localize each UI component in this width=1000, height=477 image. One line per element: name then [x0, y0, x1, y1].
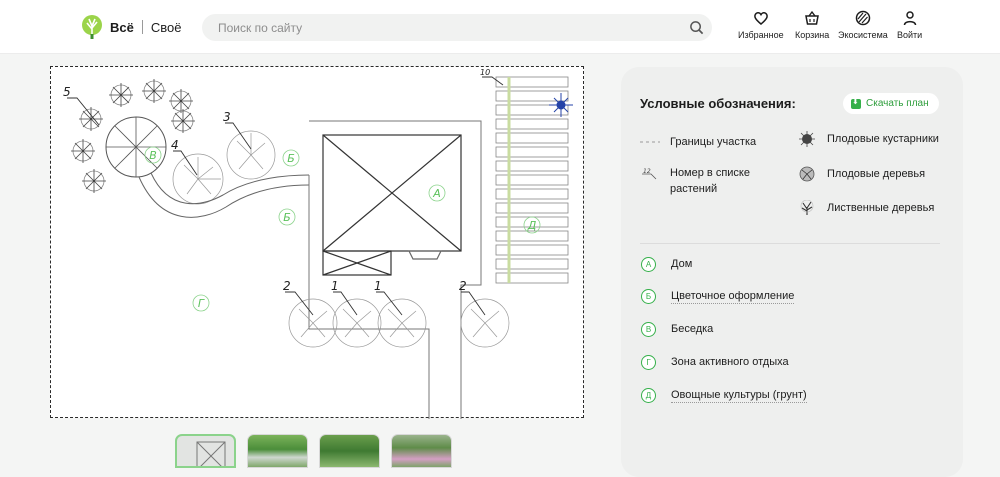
gazebo	[105, 116, 167, 178]
logo-text: Всё	[110, 19, 134, 35]
legend-symbol-boundary: Границы участка	[640, 134, 756, 150]
heart-icon	[753, 12, 768, 25]
nav-cart[interactable]: Корзина	[795, 10, 829, 40]
zone-badge: В	[641, 322, 656, 337]
conifer-group	[71, 79, 195, 193]
legend-divider	[640, 243, 940, 244]
legend-zone-item[interactable]: Д Овощные культуры (грунт)	[641, 388, 807, 403]
zone-label-a: А	[432, 187, 441, 200]
legend-symbol-fruit-shrub: Плодовые кустарники	[797, 131, 939, 147]
zone-label: Зона активного отдыха	[671, 356, 789, 368]
thumbnail-plan-icon	[196, 441, 226, 466]
basket-icon	[805, 10, 820, 25]
site-plan-drawing: 5 3 4 2 1 1 2 10 А Б Б В Г Д	[63, 68, 573, 419]
search-input[interactable]	[218, 19, 678, 36]
zone-label-link[interactable]: Цветочное оформление	[671, 290, 795, 304]
fruit-tree-icon	[799, 166, 815, 182]
zone-badge: А	[641, 257, 656, 272]
legend-zone-item[interactable]: Б Цветочное оформление	[641, 289, 795, 304]
search-bar	[202, 14, 712, 41]
zone-label-v: В	[149, 149, 157, 162]
dashed-line-icon	[640, 141, 660, 143]
thumbnail-photo-1[interactable]	[247, 434, 308, 468]
nav-ecosystem-label: Экосистема	[838, 30, 888, 40]
nav-favorites-label: Избранное	[738, 30, 784, 40]
legend-zone-item: А Дом	[641, 257, 692, 272]
zone-badge: Б	[641, 289, 656, 304]
zone-label: Дом	[671, 258, 693, 270]
plant-number: 3	[223, 110, 231, 124]
deciduous-trees	[172, 130, 276, 205]
legend-symbol-label: Лиственные деревья	[827, 202, 935, 214]
plant-number: 10	[480, 68, 490, 77]
zone-label-d: Д	[527, 219, 537, 232]
zone-badge: Д	[641, 388, 656, 403]
legend-symbol-fruit-tree: Плодовые деревья	[797, 166, 925, 182]
zone-badge: Г	[641, 355, 656, 370]
nav-login[interactable]: Войти	[897, 10, 922, 40]
legend-zone-item: Г Зона активного отдыха	[641, 355, 789, 370]
zone-label-b: Б	[287, 152, 295, 165]
site-plan: 5 3 4 2 1 1 2 10 А Б Б В Г Д	[50, 66, 584, 419]
download-plan-label: Скачать план	[866, 98, 929, 109]
legend-symbol-label: Плодовые деревья	[827, 168, 926, 180]
logo-text-secondary: Своё	[150, 19, 182, 35]
legend-symbol-label: Номер в списке растений	[670, 167, 750, 195]
plant-number: 5	[63, 85, 71, 99]
thumbnail-photo-2[interactable]	[319, 434, 380, 468]
logo-tree-icon	[82, 15, 102, 39]
compass-icon	[549, 93, 573, 117]
download-plan-button[interactable]: Скачать план	[843, 93, 939, 114]
thumbnail-plan[interactable]	[175, 434, 236, 468]
plant-number-icon: 12	[642, 168, 657, 180]
ecosystem-icon	[855, 10, 871, 26]
user-icon	[903, 11, 916, 26]
plant-number: 2	[283, 279, 291, 293]
bottom-trees	[288, 298, 510, 348]
search-icon[interactable]	[689, 20, 704, 35]
zone-label-b: Б	[283, 211, 291, 224]
zone-label-g: Г	[198, 297, 205, 310]
plant-number: 1	[331, 279, 339, 293]
plant-number: 1	[374, 279, 382, 293]
legend-symbol-label: Плодовые кустарники	[827, 133, 939, 145]
fruit-shrub-icon	[799, 131, 815, 147]
house	[322, 134, 462, 276]
legend-title: Условные обозначения:	[640, 96, 796, 111]
zone-label: Беседка	[671, 323, 714, 335]
vegetable-beds	[495, 76, 569, 284]
plant-number: 4	[171, 138, 179, 152]
nav-login-label: Войти	[897, 30, 923, 40]
thumbnail-strip	[175, 434, 452, 468]
logo-separator	[141, 20, 143, 34]
legend-zone-item: В Беседка	[641, 322, 713, 337]
nav-cart-label: Корзина	[795, 30, 830, 40]
thumbnail-photo-3[interactable]	[391, 434, 452, 468]
deciduous-tree-icon	[800, 200, 814, 215]
zone-label-link[interactable]: Овощные культуры (грунт)	[671, 389, 807, 403]
legend-symbol-deciduous-tree: Лиственные деревья	[797, 200, 934, 216]
legend-symbol-label: Границы участка	[670, 136, 757, 148]
logo[interactable]: Всё Своё	[80, 14, 181, 40]
legend-symbol-plant-number: 12 Номер в списке растений	[640, 165, 770, 197]
legend-panel: Условные обозначения: Скачать план Грани…	[621, 67, 963, 477]
nav-favorites[interactable]: Избранное	[738, 10, 784, 40]
site-header: Всё Своё Избранное Корзина Экосистема Во…	[0, 0, 1000, 54]
download-icon	[851, 97, 861, 109]
plant-number: 2	[459, 279, 467, 293]
nav-ecosystem[interactable]: Экосистема	[838, 10, 888, 40]
